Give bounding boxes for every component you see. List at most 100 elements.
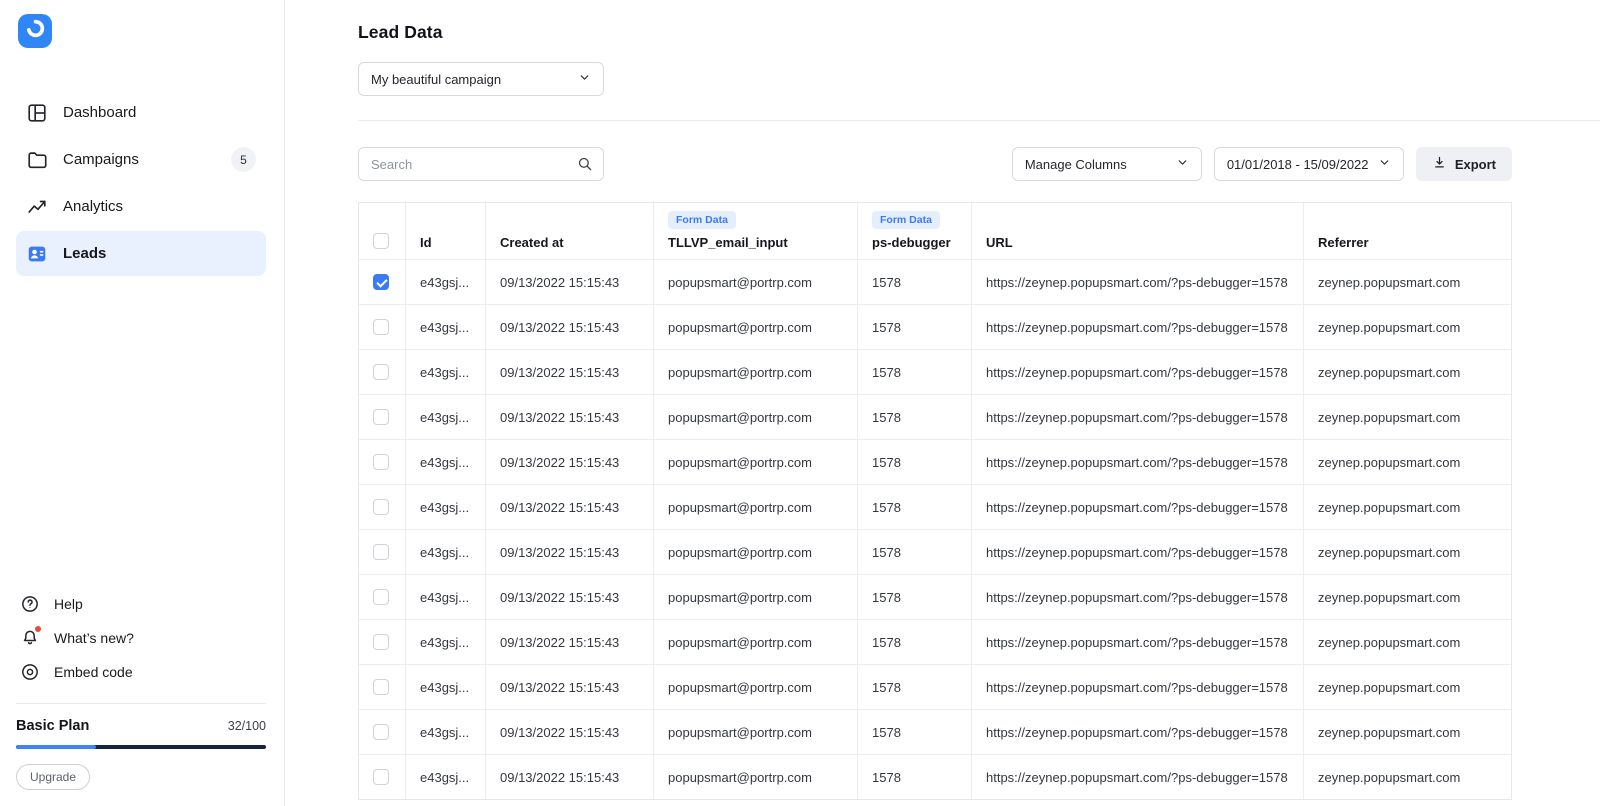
sidebar-item-label: Analytics [63,198,124,215]
export-label: Export [1454,156,1496,172]
row-cell-created-at: 09/13/2022 15:15:43 [485,755,653,799]
sidebar-item-leads[interactable]: Leads [16,231,266,276]
date-range-select[interactable]: 01/01/2018 - 15/09/2022 [1213,147,1404,181]
main-content: Lead Data My beautiful campaign Search M… [285,0,1600,806]
sidebar-item-campaigns[interactable]: Campaigns 5 [16,137,266,182]
row-cell-select [359,260,405,304]
sidebar: Dashboard Campaigns 5 Analytics Leads He… [0,0,285,806]
bell-icon [20,626,41,648]
sidebar-item-label: Leads [63,245,107,262]
search-input[interactable] [358,147,604,181]
export-icon [1432,155,1447,173]
row-cell-select [359,395,405,439]
row-cell-url: https://zeynep.popupsmart.com/?ps-debugg… [971,575,1303,619]
form-data-badge: Form Data [668,211,736,229]
row-cell-created-at: 09/13/2022 15:15:43 [485,665,653,709]
popupsmart-logo[interactable] [18,14,52,48]
app: Dashboard Campaigns 5 Analytics Leads He… [0,0,1600,806]
row-cell-referrer: zeynep.popupsmart.com [1303,530,1511,574]
sidebar-item-help[interactable]: Help [16,591,266,617]
embed-code-icon [20,662,40,682]
leads-icon [26,243,48,265]
row-cell-created-at: 09/13/2022 15:15:43 [485,710,653,754]
leads-table: Id Created at Form Data TLLVP_email_inpu… [358,202,1512,800]
row-cell-url: https://zeynep.popupsmart.com/?ps-debugg… [971,395,1303,439]
row-cell-created-at: 09/13/2022 15:15:43 [485,350,653,394]
sidebar-item-embed-code[interactable]: Embed code [16,659,266,685]
row-cell-referrer: zeynep.popupsmart.com [1303,395,1511,439]
row-checkbox[interactable] [373,364,389,380]
campaigns-count-badge: 5 [231,147,256,172]
column-label: Created at [500,235,564,250]
row-cell-url: https://zeynep.popupsmart.com/?ps-debugg… [971,755,1303,799]
row-cell-referrer: zeynep.popupsmart.com [1303,620,1511,664]
row-cell-email: popupsmart@portrp.com [653,575,857,619]
header-cell-created-at: Created at [485,203,653,259]
analytics-icon [26,196,48,218]
row-checkbox[interactable] [373,499,389,515]
row-cell-select [359,575,405,619]
table-row: e43gsj... 09/13/2022 15:15:43 popupsmart… [359,484,1511,529]
header-cell-ps-debugger: Form Data ps-debugger [857,203,971,259]
plan-section: Basic Plan 32/100 Upgrade [16,703,266,790]
row-checkbox[interactable] [373,589,389,605]
row-cell-email: popupsmart@portrp.com [653,755,857,799]
row-cell-id: e43gsj... [405,710,485,754]
table-body: e43gsj... 09/13/2022 15:15:43 popupsmart… [359,259,1511,799]
table-row: e43gsj... 09/13/2022 15:15:43 popupsmart… [359,754,1511,799]
row-checkbox[interactable] [373,544,389,560]
table-row: e43gsj... 09/13/2022 15:15:43 popupsmart… [359,349,1511,394]
header-divider [358,120,1600,121]
folder-icon [26,149,48,171]
row-cell-email: popupsmart@portrp.com [653,485,857,529]
search-wrap [358,147,604,181]
campaign-select[interactable]: My beautiful campaign [358,62,604,96]
select-all-checkbox[interactable] [373,233,389,249]
sidebar-item-whats-new[interactable]: What’s new? [16,625,266,651]
row-cell-url: https://zeynep.popupsmart.com/?ps-debugg… [971,665,1303,709]
date-range-value: 01/01/2018 - 15/09/2022 [1226,156,1369,172]
row-cell-referrer: zeynep.popupsmart.com [1303,575,1511,619]
dashboard-icon [26,102,48,124]
row-cell-ps-debugger: 1578 [857,350,971,394]
row-cell-url: https://zeynep.popupsmart.com/?ps-debugg… [971,350,1303,394]
sidebar-item-dashboard[interactable]: Dashboard [16,90,266,135]
export-button[interactable]: Export [1415,147,1512,181]
row-checkbox[interactable] [373,319,389,335]
row-cell-ps-debugger: 1578 [857,440,971,484]
table-row: e43gsj... 09/13/2022 15:15:43 popupsmart… [359,394,1511,439]
row-cell-url: https://zeynep.popupsmart.com/?ps-debugg… [971,440,1303,484]
row-cell-email: popupsmart@portrp.com [653,260,857,304]
row-cell-id: e43gsj... [405,575,485,619]
row-cell-created-at: 09/13/2022 15:15:43 [485,305,653,349]
row-cell-select [359,620,405,664]
row-checkbox[interactable] [373,724,389,740]
row-cell-ps-debugger: 1578 [857,710,971,754]
row-cell-referrer: zeynep.popupsmart.com [1303,350,1511,394]
row-cell-ps-debugger: 1578 [857,485,971,529]
manage-columns-label: Manage Columns [1024,156,1127,172]
upgrade-button[interactable]: Upgrade [16,764,91,790]
manage-columns-select[interactable]: Manage Columns [1011,147,1202,181]
row-checkbox[interactable] [373,409,389,425]
plan-name: Basic Plan [16,718,90,734]
chevron-down-icon [1176,156,1189,172]
footer-item-label: Help [54,596,83,612]
row-cell-referrer: zeynep.popupsmart.com [1303,665,1511,709]
row-checkbox[interactable] [373,274,389,290]
row-checkbox[interactable] [373,769,389,785]
campaign-select-value: My beautiful campaign [371,71,502,87]
row-cell-id: e43gsj... [405,530,485,574]
table-row: e43gsj... 09/13/2022 15:15:43 popupsmart… [359,664,1511,709]
row-checkbox[interactable] [373,679,389,695]
row-cell-ps-debugger: 1578 [857,305,971,349]
footer-item-label: Embed code [54,664,133,680]
plan-progress-fill [16,745,96,749]
row-checkbox[interactable] [373,634,389,650]
sidebar-item-analytics[interactable]: Analytics [16,184,266,229]
toolbar: Manage Columns 01/01/2018 - 15/09/2022 [358,147,1512,181]
row-cell-email: popupsmart@portrp.com [653,350,857,394]
header-cell-url: URL [971,203,1303,259]
row-checkbox[interactable] [373,454,389,470]
